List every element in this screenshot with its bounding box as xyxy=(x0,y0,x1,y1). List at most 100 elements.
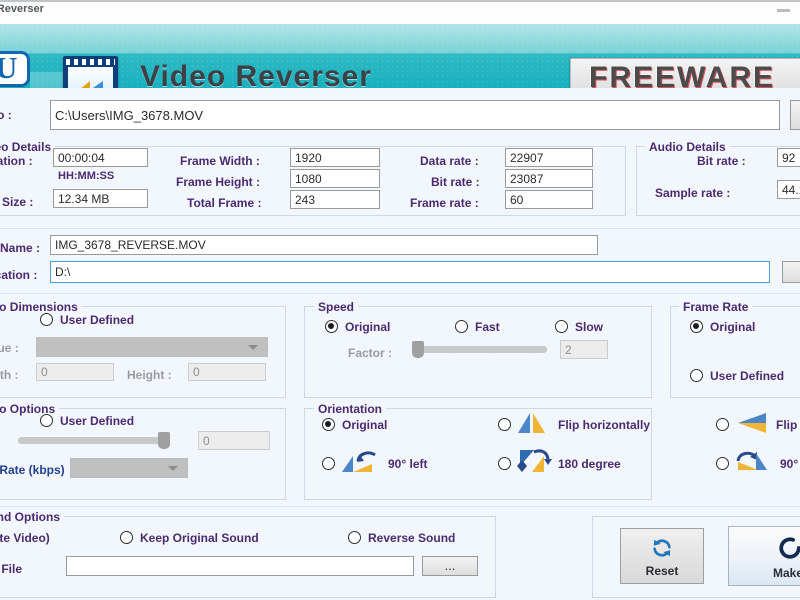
dimensions-width-input[interactable] xyxy=(36,363,114,381)
chevron-down-icon xyxy=(168,466,178,471)
rotate-left-icon xyxy=(342,451,376,472)
speed-slow-radio[interactable] xyxy=(555,320,568,333)
orientation-rotate-right-label: 90° xyxy=(780,457,799,471)
speed-group-title: Speed xyxy=(314,300,359,314)
audio-file-browse-button[interactable]: ... xyxy=(422,556,478,576)
duration-format-hint: HH:MM:SS xyxy=(58,170,115,182)
banner-sheen xyxy=(0,24,800,54)
freeware-badge-text: FREEWARE xyxy=(589,61,776,88)
orientation-flip-vertical-label: Flip xyxy=(776,418,798,432)
speed-factor-slider-ticks xyxy=(412,356,547,360)
sound-mute-label: (Mute Video) xyxy=(0,531,50,545)
window-title: Video Reverser xyxy=(0,3,44,15)
audio-sample-rate-input[interactable] xyxy=(777,180,800,199)
audio-file-input[interactable] xyxy=(66,556,414,576)
refresh-icon xyxy=(653,539,671,557)
bitrate-rate-label: Bit Rate (kbps) xyxy=(0,463,65,477)
sound-group-title: Sound Options xyxy=(0,510,64,524)
chevron-down-icon xyxy=(248,345,258,350)
sound-reverse-label: Reverse Sound xyxy=(368,531,456,545)
orientation-flip-horizontal-radio[interactable] xyxy=(498,418,511,431)
frame-height-label: Frame Height : xyxy=(176,175,261,189)
dimensions-group-title: Video Dimensions xyxy=(0,300,82,314)
total-frame-input[interactable] xyxy=(290,190,380,209)
source-video-label: Video : xyxy=(0,108,12,122)
sound-keep-original-radio[interactable] xyxy=(120,531,133,544)
bitrate-dropdown[interactable] xyxy=(70,458,188,478)
orientation-rotate-180-radio[interactable] xyxy=(498,457,511,470)
flip-vertical-icon xyxy=(738,413,768,433)
source-video-path-input[interactable] xyxy=(50,100,780,130)
frame-height-input[interactable] xyxy=(290,169,380,188)
minimize-button[interactable] xyxy=(777,9,790,12)
orientation-original-radio[interactable] xyxy=(322,418,335,431)
make-reverse-button[interactable]: Make R xyxy=(728,526,800,586)
dimensions-user-defined-radio[interactable] xyxy=(40,313,53,326)
output-location-input[interactable] xyxy=(50,261,770,283)
rewind-chevron-gold-icon xyxy=(79,81,90,88)
source-browse-button[interactable]: ... xyxy=(790,100,800,130)
file-size-input[interactable] xyxy=(53,189,148,208)
audio-details-group-title: Audio Details xyxy=(645,140,730,154)
film-screen xyxy=(68,67,113,88)
bitrate-slider-track[interactable] xyxy=(18,437,170,444)
video-details-group-title: Video Details xyxy=(0,140,56,154)
output-location-label: Location : xyxy=(0,268,38,282)
video-bit-rate-label: Bit rate : xyxy=(431,175,480,189)
dimensions-value-dropdown[interactable] xyxy=(36,337,268,357)
brand-logo: U xyxy=(0,50,30,87)
speed-factor-slider-track[interactable] xyxy=(412,346,547,353)
frame-rate-original-radio[interactable] xyxy=(690,320,703,333)
duration-input[interactable] xyxy=(53,148,148,167)
bitrate-user-defined-radio[interactable] xyxy=(40,414,53,427)
frame-rate-user-defined-radio[interactable] xyxy=(690,369,703,382)
data-rate-label: Data rate : xyxy=(420,154,479,168)
sound-separator xyxy=(0,506,800,507)
options-separator xyxy=(0,293,800,294)
brand-logo-letter: U xyxy=(0,50,18,85)
speed-fast-label: Fast xyxy=(475,320,500,334)
reset-button[interactable]: Reset xyxy=(620,528,704,584)
speed-original-radio[interactable] xyxy=(325,320,338,333)
frame-width-input[interactable] xyxy=(290,148,380,167)
bitrate-options-group-title: Video Options xyxy=(0,402,60,416)
reset-button-label: Reset xyxy=(645,564,679,578)
reverse-arrow-icon xyxy=(779,537,800,559)
frame-rate-user-defined-label: User Defined xyxy=(710,369,785,383)
frame-rate-original-label: Original xyxy=(710,320,756,334)
orientation-rotate-right-radio[interactable] xyxy=(716,457,729,470)
bitrate-value-input[interactable] xyxy=(198,431,270,450)
audio-bit-rate-label: Bit rate : xyxy=(697,154,746,168)
frame-rate-group-title: Frame Rate xyxy=(679,300,753,314)
dimensions-user-defined-label: User Defined xyxy=(60,313,135,327)
sound-keep-original-label: Keep Original Sound xyxy=(140,531,259,545)
orientation-rotate-left-label: 90° left xyxy=(388,457,428,471)
title-bar: Video Reverser xyxy=(0,0,800,25)
video-frame-rate-input[interactable] xyxy=(505,190,593,209)
sound-reverse-radio[interactable] xyxy=(348,531,361,544)
title-bar-top-edge xyxy=(0,0,800,2)
main-content: Video : ... Video Details Duration : HH:… xyxy=(0,88,800,600)
speed-factor-input[interactable] xyxy=(560,340,608,359)
output-save-button[interactable]: S xyxy=(782,261,800,283)
video-bit-rate-input[interactable] xyxy=(505,169,593,188)
orientation-original-label: Original xyxy=(342,418,388,432)
bitrate-slider-ticks xyxy=(20,448,170,452)
freeware-badge: FREEWARE xyxy=(570,58,800,88)
data-rate-input[interactable] xyxy=(505,148,593,167)
output-name-label: File Name : xyxy=(0,241,41,255)
orientation-flip-vertical-radio[interactable] xyxy=(716,418,729,431)
rotate-right-icon xyxy=(736,450,768,470)
duration-label: Duration : xyxy=(0,154,33,168)
speed-factor-label: Factor : xyxy=(348,346,393,360)
rewind-chevron-blue-icon xyxy=(90,81,103,88)
orientation-group-title: Orientation xyxy=(314,402,387,416)
speed-fast-radio[interactable] xyxy=(455,320,468,333)
orientation-rotate-left-radio[interactable] xyxy=(322,457,335,470)
audio-bit-rate-input[interactable] xyxy=(777,148,800,167)
speed-slow-label: Slow xyxy=(575,320,604,334)
bitrate-slider-thumb[interactable] xyxy=(158,432,170,449)
dimensions-height-input[interactable] xyxy=(188,363,266,381)
speed-original-label: Original xyxy=(345,320,391,334)
output-name-input[interactable] xyxy=(50,235,598,255)
